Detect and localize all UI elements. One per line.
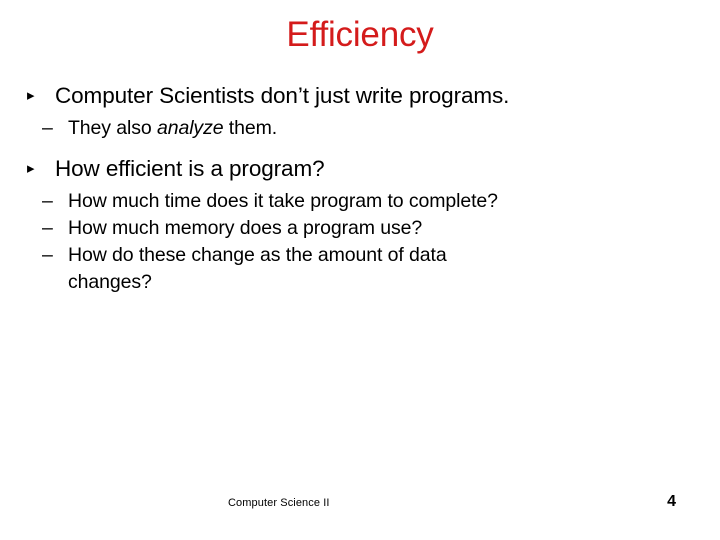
slide-body: ▸ Computer Scientists don’t just write p… [24,80,708,296]
bullet-level1-item: ▸ Computer Scientists don’t just write p… [24,80,708,111]
bullet-level2-text-after: them. [223,117,278,139]
bullet-level1-text: Computer Scientists don’t just write pro… [55,83,510,108]
bullet-level2-item: – How much time does it take program to … [24,188,708,215]
bullet-level1-item: ▸ How efficient is a program? [24,153,708,184]
page-title: Efficiency [286,15,434,54]
bullet-level1-text: How efficient is a program? [55,156,325,181]
bullet-level2-item: – How much memory does a program use? [24,215,708,242]
dash-bullet-icon: – [42,244,53,266]
bullet-level2-text: How much memory does a program use? [68,217,423,239]
bullet-level2-text-before: They also [68,117,157,139]
dash-bullet-icon: – [42,117,53,139]
triangle-bullet-icon: ▸ [27,87,35,104]
dash-bullet-icon: – [42,217,53,239]
slide-canvas: Efficiency ▸ Computer Scientists don’t j… [0,0,720,540]
bullet-level2-emphasis: analyze [156,117,224,139]
bullet-level2-text-line1: How do these change as the amount of dat… [68,244,447,266]
dash-bullet-icon: – [42,190,53,212]
bullet-level2-item: – They also analyze them. [24,115,708,142]
bullet-level2-item: – How do these change as the amount of d… [24,242,708,296]
triangle-bullet-icon: ▸ [27,160,35,177]
page-number: 4 [667,493,676,510]
bullet-level2-text-line2: changes? [68,271,152,293]
bullet-level2-text: How much time does it take program to co… [68,190,498,212]
footer-label: Computer Science II [228,497,330,509]
